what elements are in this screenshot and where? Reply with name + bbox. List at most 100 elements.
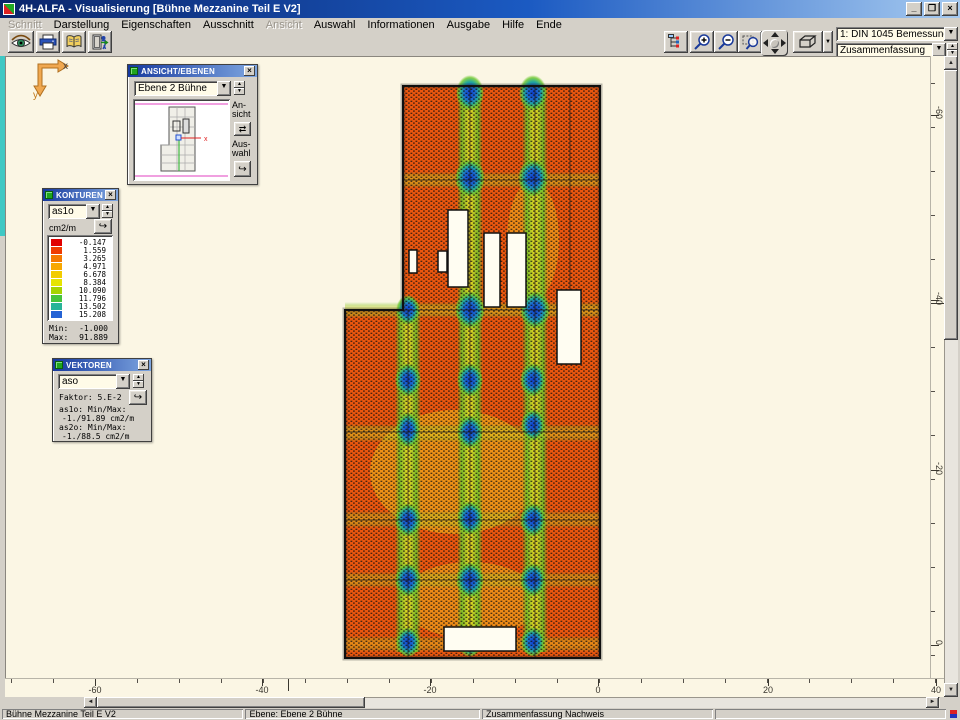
pan-left-icon[interactable] — [763, 39, 768, 47]
palette-icon — [45, 191, 53, 199]
contour-transfer-button[interactable]: ↪ — [94, 219, 112, 234]
close-button[interactable]: × — [942, 2, 958, 16]
legend-swatch — [51, 247, 62, 254]
pan-right-icon[interactable] — [781, 39, 786, 47]
view-3d-dropdown[interactable]: ▼ — [823, 31, 833, 53]
chevron-down-icon[interactable]: ▼ — [86, 204, 100, 219]
vector-transfer-button[interactable]: ↪ — [129, 390, 147, 405]
vector-result-combobox[interactable]: aso ▼ — [58, 374, 130, 389]
menu-item-darstellung[interactable]: Darstellung — [48, 19, 116, 32]
curved-arrow-icon: ↪ — [99, 221, 107, 232]
spin-down-icon[interactable]: ▼ — [102, 211, 113, 218]
zoom-in-button[interactable] — [690, 31, 714, 53]
pan-control[interactable] — [761, 30, 788, 56]
view-palette-titlebar[interactable]: ANSICHT/EBENEN × — [128, 65, 257, 77]
minimize-button[interactable]: _ — [906, 2, 922, 16]
vertical-scrollbar[interactable]: ▲ ▼ — [944, 56, 958, 697]
vectors-palette-title: VEKTOREN — [66, 361, 112, 370]
vertical-scroll-thumb[interactable] — [944, 70, 958, 340]
as1o-minmax-label: as1o: Min/Max: — [59, 405, 126, 414]
pan-down-icon[interactable] — [771, 49, 779, 54]
level-preview[interactable]: x — [133, 99, 230, 181]
scroll-up-icon[interactable]: ▲ — [944, 56, 958, 70]
min-label: Min: — [49, 324, 68, 333]
maximize-button[interactable]: ❐ — [924, 2, 940, 16]
exit-button[interactable] — [88, 31, 112, 53]
menu-item-ausgabe[interactable]: Ausgabe — [441, 19, 496, 32]
max-value: 91.889 — [79, 333, 108, 342]
level-combobox[interactable]: Ebene 2 Bühne ▼ — [134, 81, 231, 96]
contours-palette-titlebar[interactable]: KONTUREN × — [43, 189, 118, 201]
contour-result-combobox[interactable]: as1o ▼ — [48, 204, 100, 219]
horizontal-ruler: -60 -40 -20 0 20 40 — [5, 678, 944, 697]
horizontal-ruler-marker — [288, 679, 289, 691]
close-icon[interactable]: × — [244, 66, 255, 76]
spin-up-icon[interactable]: ▲ — [234, 81, 245, 88]
design-code-combobox[interactable]: 1: DIN 1045 Bemessung ▼ — [836, 27, 958, 41]
view-options-button[interactable] — [8, 31, 34, 53]
contour-max-row: Max: 91.889 — [49, 333, 108, 342]
close-icon[interactable]: × — [138, 360, 149, 370]
legend-swatch — [51, 287, 62, 294]
chevron-down-icon[interactable]: ▼ — [944, 27, 958, 41]
menu-item-informationen[interactable]: Informationen — [361, 19, 440, 32]
documentation-button[interactable] — [62, 31, 86, 53]
min-value: -1.000 — [79, 324, 108, 333]
pan-up-icon[interactable] — [771, 32, 779, 37]
chevron-down-icon[interactable]: ▼ — [932, 43, 946, 57]
contour-legend: -0.147 1.559 3.265 4.971 6.678 8.384 10.… — [47, 235, 113, 321]
level-spinner[interactable]: ▲ ▼ — [234, 81, 245, 95]
close-icon[interactable]: × — [105, 190, 116, 200]
view-palette-title: ANSICHT/EBENEN — [141, 67, 215, 76]
ansicht-apply-button[interactable]: ⇄ — [234, 122, 251, 136]
pcae-logo-icon — [948, 709, 958, 719]
status-result: Zusammenfassung Nachweis — [482, 709, 713, 719]
result-spinner[interactable]: ▲ ▼ — [947, 43, 958, 57]
legend-swatch — [51, 263, 62, 270]
auswahl-transfer-button[interactable]: ↪ — [234, 161, 251, 177]
vector-faktor-label: Faktor: 5.E-2 — [59, 393, 122, 402]
palette-icon — [55, 361, 63, 369]
vruler-label: -60 — [934, 106, 944, 119]
zoom-window-button[interactable] — [738, 31, 762, 53]
chevron-down-icon[interactable]: ▼ — [217, 81, 231, 96]
display-tree-button[interactable] — [664, 31, 688, 53]
hruler-label: 20 — [748, 685, 788, 695]
hruler-label: -60 — [75, 685, 115, 695]
design-code-value: 1: DIN 1045 Bemessung — [836, 29, 944, 40]
spin-up-icon[interactable]: ▲ — [947, 43, 958, 50]
scroll-left-icon[interactable]: ◄ — [84, 697, 97, 708]
horizontal-scroll-thumb[interactable] — [97, 697, 365, 708]
menu-item-ausschnitt[interactable]: Ausschnitt — [197, 19, 260, 32]
view-3d-button[interactable] — [793, 31, 823, 53]
zoom-out-button[interactable] — [714, 31, 738, 53]
menu-item-auswahl[interactable]: Auswahl — [308, 19, 362, 32]
spin-down-icon[interactable]: ▼ — [133, 381, 144, 388]
print-button[interactable] — [36, 31, 60, 53]
horizontal-scrollbar[interactable]: ◄ ► — [0, 697, 944, 708]
contour-result-value: as1o — [48, 206, 86, 217]
pan-center[interactable] — [770, 39, 779, 48]
menu-item-hilfe[interactable]: Hilfe — [496, 19, 530, 32]
ansicht-label: An-sicht — [232, 101, 256, 119]
curved-arrow-icon: ↪ — [134, 392, 142, 403]
scroll-down-icon[interactable]: ▼ — [944, 683, 958, 697]
legend-swatch — [51, 303, 62, 310]
contour-result-spinner[interactable]: ▲ ▼ — [102, 204, 113, 218]
hruler-label: -20 — [410, 685, 450, 695]
spin-up-icon[interactable]: ▲ — [133, 374, 144, 381]
level-preview-thumbnail: x — [133, 99, 230, 181]
spin-down-icon[interactable]: ▼ — [234, 88, 245, 95]
chevron-down-icon[interactable]: ▼ — [116, 374, 130, 389]
legend-swatch — [51, 239, 62, 246]
menu-item-eigenschaften[interactable]: Eigenschaften — [115, 19, 197, 32]
menu-item-ende[interactable]: Ende — [530, 19, 568, 32]
result-combobox[interactable]: Zusammenfassung ▼ — [836, 43, 946, 57]
legend-swatch — [51, 311, 62, 318]
legend-swatch — [51, 255, 62, 262]
status-bar: Bühne Mezzanine Teil E V2 Ebene: Ebene 2… — [0, 708, 960, 720]
vectors-palette-titlebar[interactable]: VEKTOREN × — [53, 359, 151, 371]
scroll-right-icon[interactable]: ► — [926, 697, 939, 708]
vector-result-spinner[interactable]: ▲ ▼ — [133, 374, 144, 388]
spin-up-icon[interactable]: ▲ — [102, 204, 113, 211]
